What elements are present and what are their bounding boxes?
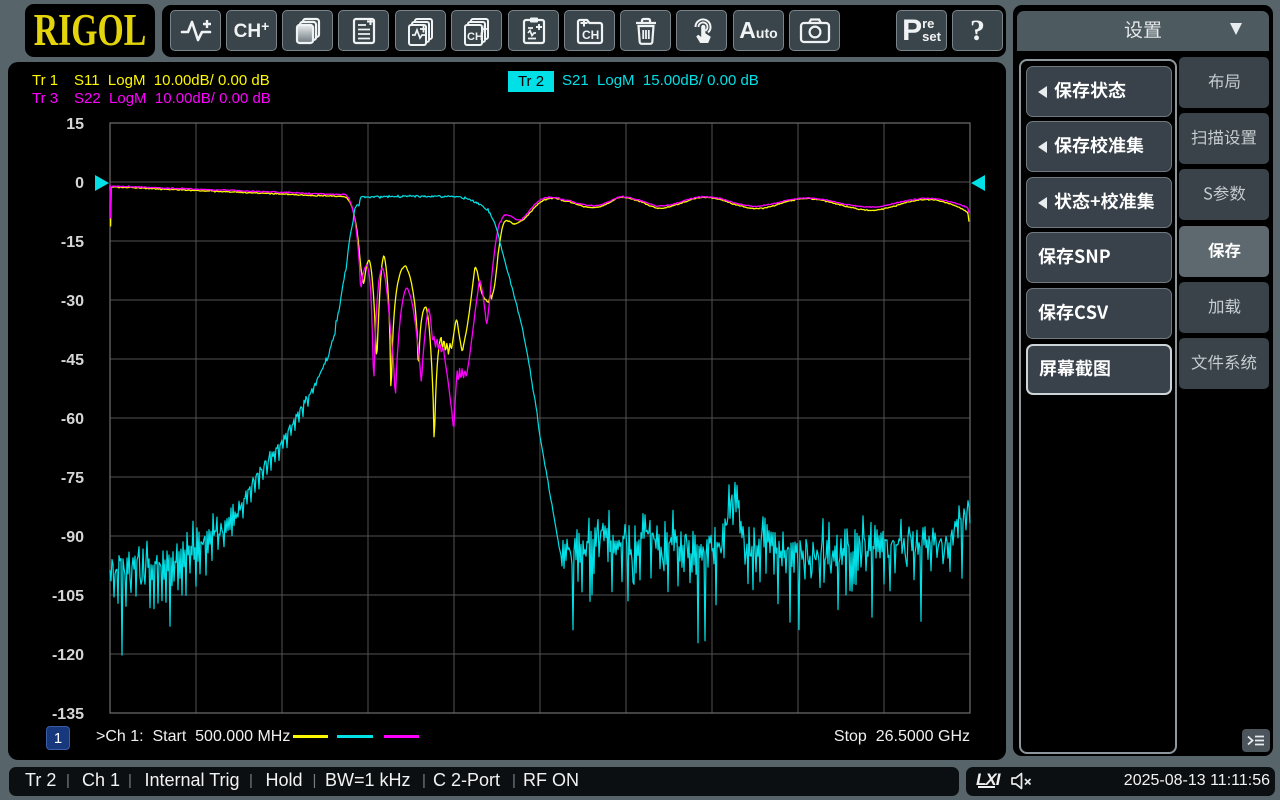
svg-text:CH: CH <box>582 28 599 42</box>
svg-text:CH: CH <box>467 31 483 43</box>
